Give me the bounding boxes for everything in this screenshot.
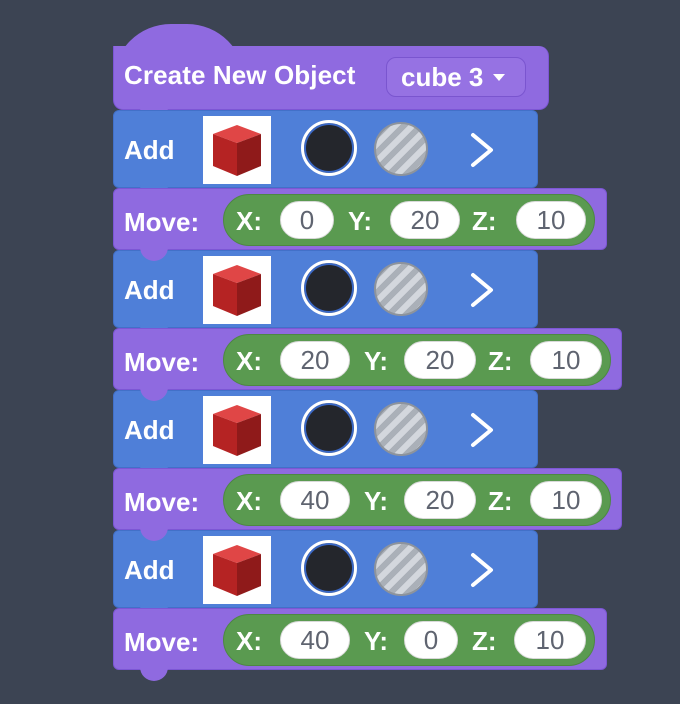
coordinate-group: X: 40 Y: 20 Z: 10	[223, 474, 611, 526]
move-block[interactable]: Move: X: 20 Y: 20 Z: 10	[113, 328, 622, 401]
x-label: X:	[236, 486, 262, 516]
coordinate-group: X: 40 Y: 0 Z: 10	[223, 614, 595, 666]
add-block[interactable]: Add	[113, 250, 538, 339]
texture-swatch-hatched[interactable]	[374, 402, 428, 456]
z-input[interactable]: 10	[514, 621, 586, 659]
x-input[interactable]: 40	[280, 621, 350, 659]
texture-swatch-hatched[interactable]	[374, 262, 428, 316]
add-block[interactable]: Add	[113, 530, 538, 619]
add-label: Add	[124, 415, 175, 445]
coordinate-group: X: 20 Y: 20 Z: 10	[223, 334, 611, 386]
texture-swatch-hatched[interactable]	[374, 122, 428, 176]
cube-thumbnail[interactable]	[203, 256, 271, 324]
move-block[interactable]: Move: X: 0 Y: 20 Z: 10	[113, 188, 607, 261]
color-swatch-black[interactable]	[301, 540, 357, 596]
red-cube-icon	[213, 405, 261, 456]
add-label: Add	[124, 555, 175, 585]
y-input[interactable]: 20	[404, 341, 476, 379]
red-cube-icon	[213, 125, 261, 176]
cube-thumbnail[interactable]	[203, 116, 271, 184]
x-input[interactable]: 40	[280, 481, 350, 519]
x-label: X:	[236, 206, 262, 236]
chevron-right-icon[interactable]	[468, 271, 496, 309]
color-swatch-black[interactable]	[301, 120, 357, 176]
y-input[interactable]: 20	[390, 201, 460, 239]
y-label: Y:	[348, 206, 373, 236]
add-block[interactable]: Add	[113, 390, 538, 479]
z-label: Z:	[472, 206, 497, 236]
red-cube-icon	[213, 265, 261, 316]
z-label: Z:	[488, 346, 513, 376]
coordinate-group: X: 0 Y: 20 Z: 10	[223, 194, 595, 246]
create-object-block[interactable]: Create New Object cube 3	[113, 46, 549, 121]
color-swatch-black[interactable]	[301, 260, 357, 316]
add-block[interactable]: Add	[113, 110, 538, 199]
move-label: Move:	[124, 627, 200, 657]
y-label: Y:	[364, 626, 389, 656]
x-input[interactable]: 20	[280, 341, 350, 379]
object-dropdown[interactable]: cube 3	[386, 57, 526, 97]
move-label: Move:	[124, 207, 200, 237]
y-label: Y:	[364, 346, 389, 376]
add-label: Add	[124, 135, 175, 165]
red-cube-icon	[213, 545, 261, 596]
move-block[interactable]: Move: X: 40 Y: 0 Z: 10	[113, 608, 607, 681]
chevron-right-icon[interactable]	[468, 131, 496, 169]
move-label: Move:	[124, 347, 200, 377]
z-label: Z:	[488, 486, 513, 516]
chevron-right-icon[interactable]	[468, 551, 496, 589]
z-input[interactable]: 10	[516, 201, 586, 239]
y-input[interactable]: 0	[404, 621, 458, 659]
color-swatch-black[interactable]	[301, 400, 357, 456]
add-label: Add	[124, 275, 175, 305]
texture-swatch-hatched[interactable]	[374, 542, 428, 596]
z-label: Z:	[472, 626, 497, 656]
move-label: Move:	[124, 487, 200, 517]
z-input[interactable]: 10	[530, 481, 602, 519]
z-input[interactable]: 10	[530, 341, 602, 379]
y-input[interactable]: 20	[404, 481, 476, 519]
x-input[interactable]: 0	[280, 201, 334, 239]
y-label: Y:	[364, 486, 389, 516]
block-notch	[140, 667, 168, 681]
x-label: X:	[236, 626, 262, 656]
cube-thumbnail[interactable]	[203, 396, 271, 464]
chevron-right-icon[interactable]	[468, 411, 496, 449]
x-label: X:	[236, 346, 262, 376]
caret-down-icon	[493, 73, 506, 81]
create-object-label: Create New Object	[124, 60, 356, 90]
object-dropdown-value: cube 3	[401, 61, 484, 92]
cube-thumbnail[interactable]	[203, 536, 271, 604]
move-block[interactable]: Move: X: 40 Y: 20 Z: 10	[113, 468, 622, 541]
